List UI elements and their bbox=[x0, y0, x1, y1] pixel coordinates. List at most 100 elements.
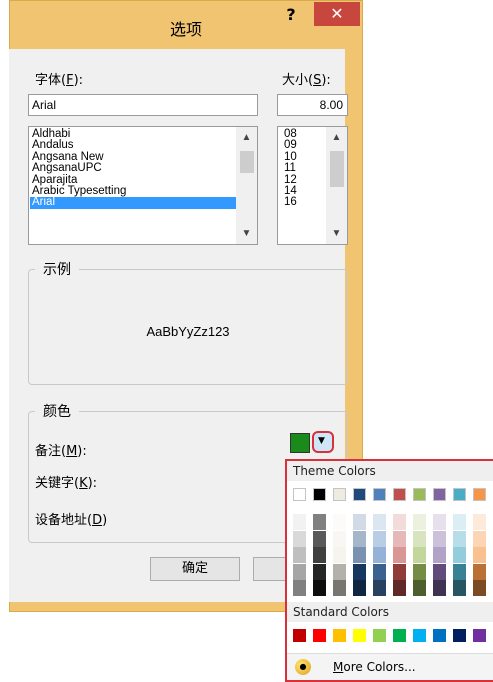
theme-shade-swatch[interactable] bbox=[393, 530, 406, 547]
size-list[interactable]: 08 09 10 11 12 14 16 ▲ ▼ bbox=[277, 126, 348, 245]
theme-color-swatch[interactable] bbox=[353, 488, 366, 501]
font-input[interactable]: Arial bbox=[28, 94, 258, 116]
theme-shade-swatch[interactable] bbox=[353, 547, 366, 563]
theme-shade-swatch[interactable] bbox=[333, 514, 346, 530]
theme-shade-swatch[interactable] bbox=[353, 514, 366, 530]
theme-shade-swatch[interactable] bbox=[313, 514, 326, 530]
theme-shade-swatch[interactable] bbox=[433, 530, 446, 547]
theme-shade-swatch[interactable] bbox=[453, 547, 466, 563]
theme-color-swatch[interactable] bbox=[373, 488, 386, 501]
theme-shade-swatch[interactable] bbox=[473, 547, 486, 563]
theme-shade-swatch[interactable] bbox=[293, 530, 306, 547]
theme-color-swatch[interactable] bbox=[333, 488, 346, 501]
size-list-items: 08 09 10 11 12 14 16 bbox=[282, 128, 326, 209]
note-color-swatch[interactable] bbox=[290, 433, 310, 453]
theme-shade-swatch[interactable] bbox=[353, 530, 366, 547]
scroll-down-icon[interactable]: ▼ bbox=[236, 227, 257, 241]
theme-shade-swatch[interactable] bbox=[293, 514, 306, 530]
help-button[interactable]: ? bbox=[278, 5, 304, 27]
scroll-up-icon[interactable]: ▲ bbox=[236, 131, 257, 145]
size-list-scrollbar[interactable]: ▲ ▼ bbox=[326, 127, 347, 244]
sample-text: AaBbYyZz123 bbox=[146, 324, 230, 339]
font-list-item[interactable]: Arabic Typesetting bbox=[30, 185, 236, 197]
theme-shade-swatch[interactable] bbox=[453, 530, 466, 547]
theme-shade-swatch[interactable] bbox=[373, 547, 386, 563]
theme-shade-swatch[interactable] bbox=[373, 580, 386, 596]
close-button[interactable]: ✕ bbox=[314, 2, 360, 26]
size-input[interactable]: 8.00 bbox=[277, 94, 348, 116]
theme-color-swatch[interactable] bbox=[293, 488, 306, 501]
standard-color-swatch[interactable] bbox=[433, 629, 446, 642]
theme-shade-swatch[interactable] bbox=[353, 580, 366, 596]
theme-shade-swatch[interactable] bbox=[373, 563, 386, 580]
theme-shade-swatch[interactable] bbox=[393, 563, 406, 580]
theme-shade-swatch[interactable] bbox=[353, 563, 366, 580]
color-picker-popup: Theme Colors Standard Colors ● More Colo… bbox=[285, 459, 493, 682]
standard-colors-row bbox=[287, 629, 493, 645]
theme-shade-swatch[interactable] bbox=[313, 530, 326, 547]
size-list-item[interactable]: 16 bbox=[282, 196, 326, 208]
theme-color-swatch[interactable] bbox=[413, 488, 426, 501]
theme-shade-swatch[interactable] bbox=[413, 547, 426, 563]
theme-shade-swatch[interactable] bbox=[333, 563, 346, 580]
theme-shade-swatch[interactable] bbox=[433, 514, 446, 530]
font-list[interactable]: Aldhabi Andalus Angsana New AngsanaUPC Apara… bbox=[28, 126, 258, 245]
theme-shade-swatch[interactable] bbox=[473, 580, 486, 596]
size-list-item[interactable]: 11 bbox=[282, 162, 326, 174]
theme-shade-swatch[interactable] bbox=[293, 563, 306, 580]
theme-shade-swatch[interactable] bbox=[393, 580, 406, 596]
theme-shade-swatch[interactable] bbox=[293, 547, 306, 563]
theme-shade-swatch[interactable] bbox=[313, 547, 326, 563]
scroll-thumb[interactable] bbox=[330, 151, 344, 187]
standard-color-swatch[interactable] bbox=[393, 629, 406, 642]
theme-shade-swatch[interactable] bbox=[473, 514, 486, 530]
standard-color-swatch[interactable] bbox=[373, 629, 386, 642]
theme-shade-swatch[interactable] bbox=[333, 580, 346, 596]
theme-shade-swatch[interactable] bbox=[393, 547, 406, 563]
theme-shade-swatch[interactable] bbox=[453, 563, 466, 580]
title-bar[interactable]: 选项 ? ✕ bbox=[10, 1, 362, 49]
standard-color-swatch[interactable] bbox=[293, 629, 306, 642]
theme-shade-swatch[interactable] bbox=[433, 547, 446, 563]
theme-shade-swatch[interactable] bbox=[413, 563, 426, 580]
ok-button[interactable]: 确定 bbox=[150, 557, 240, 581]
theme-color-swatch[interactable] bbox=[473, 488, 486, 501]
standard-color-swatch[interactable] bbox=[313, 629, 326, 642]
font-list-item[interactable]: AngsanaUPC bbox=[30, 162, 236, 174]
standard-color-swatch[interactable] bbox=[353, 629, 366, 642]
theme-shade-swatch[interactable] bbox=[473, 563, 486, 580]
note-label: 备注(M): bbox=[35, 444, 87, 459]
theme-shade-swatch[interactable] bbox=[473, 530, 486, 547]
theme-shade-swatch[interactable] bbox=[313, 580, 326, 596]
scroll-up-icon[interactable]: ▲ bbox=[326, 131, 347, 145]
theme-shade-swatch[interactable] bbox=[453, 580, 466, 596]
standard-color-swatch[interactable] bbox=[413, 629, 426, 642]
theme-shade-swatch[interactable] bbox=[433, 563, 446, 580]
theme-color-swatch[interactable] bbox=[393, 488, 406, 501]
keyword-label: 关键字(K): bbox=[35, 476, 98, 491]
theme-color-swatch[interactable] bbox=[453, 488, 466, 501]
theme-shade-swatch[interactable] bbox=[413, 514, 426, 530]
theme-shade-swatch[interactable] bbox=[433, 580, 446, 596]
theme-shade-swatch[interactable] bbox=[413, 530, 426, 547]
theme-shade-swatch[interactable] bbox=[453, 514, 466, 530]
font-list-item[interactable]: Arial bbox=[30, 196, 236, 209]
theme-color-swatch[interactable] bbox=[433, 488, 446, 501]
theme-color-swatch[interactable] bbox=[313, 488, 326, 501]
scroll-down-icon[interactable]: ▼ bbox=[326, 227, 347, 241]
standard-color-swatch[interactable] bbox=[453, 629, 466, 642]
note-color-dropdown-button[interactable]: ▼ bbox=[312, 431, 334, 453]
standard-color-swatch[interactable] bbox=[473, 629, 486, 642]
standard-color-swatch[interactable] bbox=[333, 629, 346, 642]
theme-shade-swatch[interactable] bbox=[413, 580, 426, 596]
scroll-thumb[interactable] bbox=[240, 151, 254, 173]
more-colors-item[interactable]: ● More Colors... bbox=[287, 654, 493, 680]
theme-shade-swatch[interactable] bbox=[293, 580, 306, 596]
theme-shade-swatch[interactable] bbox=[373, 514, 386, 530]
theme-shade-swatch[interactable] bbox=[333, 530, 346, 547]
theme-shade-swatch[interactable] bbox=[393, 514, 406, 530]
theme-shade-swatch[interactable] bbox=[373, 530, 386, 547]
theme-shade-swatch[interactable] bbox=[313, 563, 326, 580]
font-list-scrollbar[interactable]: ▲ ▼ bbox=[236, 127, 257, 244]
theme-shade-swatch[interactable] bbox=[333, 547, 346, 563]
